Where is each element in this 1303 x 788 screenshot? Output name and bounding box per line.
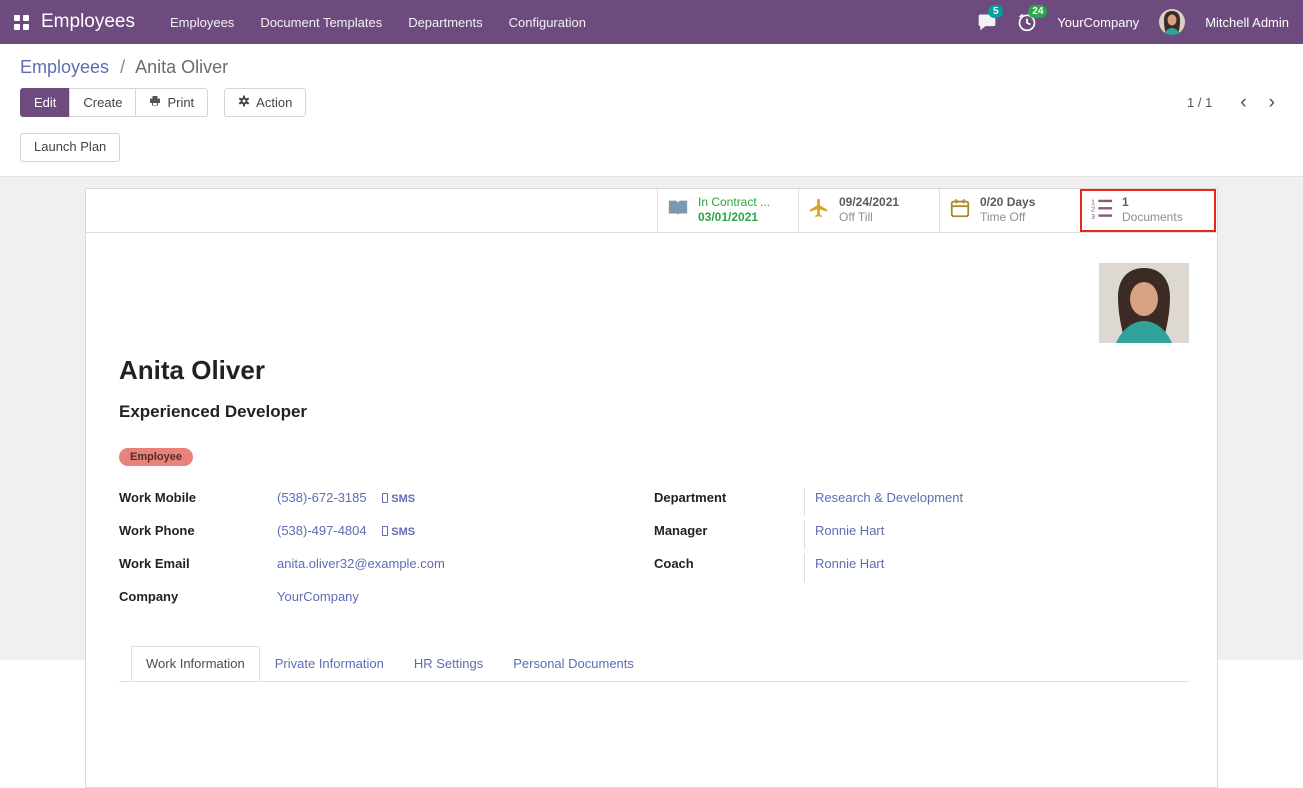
field-groups: Work Mobile (538)-672-3185 SMS Work Phon… [119, 488, 1189, 620]
calendar-icon [949, 197, 971, 224]
work-phone-value[interactable]: (538)-497-4804 [277, 523, 367, 538]
app-name[interactable]: Employees [41, 11, 135, 33]
printer-icon [149, 95, 161, 110]
stat-contract-date: 03/01/2021 [698, 210, 770, 226]
stat-button-documents[interactable]: 1 2 3 1 Documents [1082, 191, 1214, 230]
edit-create-group: Edit Create Print [20, 88, 208, 117]
company-label: Company [119, 587, 277, 604]
left-field-group: Work Mobile (538)-672-3185 SMS Work Phon… [119, 488, 654, 620]
plane-icon [808, 197, 830, 224]
stat-button-off-till[interactable]: 09/24/2021 Off Till [798, 189, 939, 232]
top-navbar: Employees Employees Document Templates D… [0, 0, 1303, 44]
field-row-work-mobile: Work Mobile (538)-672-3185 SMS [119, 488, 654, 521]
employee-form-sheet: In Contract ... 03/01/2021 09/24/2021 Of… [85, 188, 1218, 788]
print-button[interactable]: Print [135, 88, 208, 117]
activities-badge: 24 [1028, 5, 1047, 18]
button-row: Edit Create Print Action [0, 86, 1303, 125]
activities-clock-icon[interactable]: 24 [1017, 12, 1037, 32]
field-row-department: Department Research & Development [654, 488, 1189, 521]
work-email-label: Work Email [119, 554, 277, 571]
employee-photo[interactable] [1099, 263, 1189, 343]
launch-plan-button[interactable]: Launch Plan [20, 133, 120, 161]
messages-icon[interactable]: 5 [977, 12, 997, 32]
field-row-manager: Manager Ronnie Hart [654, 521, 1189, 554]
manager-label: Manager [654, 521, 804, 538]
employee-tag[interactable]: Employee [119, 448, 193, 466]
pager: 1 / 1 ‹ › [1187, 92, 1283, 114]
coach-value[interactable]: Ronnie Hart [815, 556, 884, 571]
work-mobile-label: Work Mobile [119, 488, 277, 505]
manager-value[interactable]: Ronnie Hart [815, 523, 884, 538]
edit-button[interactable]: Edit [20, 88, 70, 117]
employee-job-title: Experienced Developer [119, 402, 1189, 422]
tab-private-information[interactable]: Private Information [260, 646, 399, 681]
nav-configuration[interactable]: Configuration [496, 2, 599, 43]
sheet-body: Anita Oliver Experienced Developer Emplo… [86, 233, 1217, 682]
breadcrumb: Employees / Anita Oliver [0, 44, 1303, 86]
pager-previous-button[interactable]: ‹ [1232, 92, 1254, 114]
stat-time-off-label: Time Off [980, 210, 1035, 226]
work-email-value[interactable]: anita.oliver32@example.com [277, 556, 445, 571]
nav-employees[interactable]: Employees [157, 2, 247, 43]
pager-next-button[interactable]: › [1261, 92, 1283, 114]
user-avatar[interactable] [1159, 9, 1185, 35]
create-button[interactable]: Create [69, 88, 136, 117]
breadcrumb-current: Anita Oliver [135, 57, 228, 77]
field-row-work-phone: Work Phone (538)-497-4804 SMS [119, 521, 654, 554]
stat-button-contract[interactable]: In Contract ... 03/01/2021 [657, 189, 798, 232]
mobile-phone-icon [382, 493, 388, 503]
department-value[interactable]: Research & Development [815, 490, 963, 505]
field-row-work-email: Work Email anita.oliver32@example.com [119, 554, 654, 587]
field-row-company: Company YourCompany [119, 587, 654, 620]
ordered-list-icon: 1 2 3 [1091, 197, 1113, 224]
stat-button-time-off[interactable]: 0/20 Days Time Off [939, 189, 1080, 232]
breadcrumb-employees-link[interactable]: Employees [20, 57, 109, 77]
company-switcher[interactable]: YourCompany [1057, 15, 1139, 30]
stat-off-till-date: 09/24/2021 [839, 195, 899, 211]
book-icon [667, 197, 689, 224]
launch-plan-row: Launch Plan [0, 125, 1303, 175]
messages-badge: 5 [988, 5, 1003, 18]
work-phone-sms-link[interactable]: SMS [382, 526, 415, 538]
stat-documents-count: 1 [1122, 195, 1183, 211]
notebook-tabs: Work Information Private Information HR … [119, 646, 1189, 682]
stat-button-row: In Contract ... 03/01/2021 09/24/2021 Of… [86, 189, 1217, 233]
field-row-coach: Coach Ronnie Hart [654, 554, 1189, 587]
gear-icon [238, 95, 250, 110]
documents-highlight-box: 1 2 3 1 Documents [1080, 189, 1216, 232]
nav-document-templates[interactable]: Document Templates [247, 2, 395, 43]
tab-work-information[interactable]: Work Information [131, 646, 260, 681]
control-panel: Employees / Anita Oliver Edit Create Pri… [0, 44, 1303, 177]
user-menu[interactable]: Mitchell Admin [1205, 15, 1289, 30]
tab-hr-settings[interactable]: HR Settings [399, 646, 498, 681]
stat-time-off-days: 0/20 Days [980, 195, 1035, 211]
right-field-group: Department Research & Development Manage… [654, 488, 1189, 620]
work-mobile-sms-link[interactable]: SMS [382, 493, 415, 505]
mobile-phone-icon [382, 526, 388, 536]
svg-text:3: 3 [1091, 212, 1095, 219]
employee-name: Anita Oliver [119, 355, 1189, 386]
apps-menu-icon[interactable] [14, 15, 29, 30]
nav-departments[interactable]: Departments [395, 2, 495, 43]
stat-contract-status: In Contract ... [698, 195, 770, 211]
coach-label: Coach [654, 554, 804, 571]
content-area: In Contract ... 03/01/2021 09/24/2021 Of… [0, 177, 1303, 660]
department-label: Department [654, 488, 804, 505]
breadcrumb-separator: / [120, 57, 125, 77]
company-value[interactable]: YourCompany [277, 589, 359, 604]
stat-off-till-label: Off Till [839, 210, 899, 226]
work-phone-label: Work Phone [119, 521, 277, 538]
action-button[interactable]: Action [224, 88, 306, 117]
work-mobile-value[interactable]: (538)-672-3185 [277, 490, 367, 505]
pager-count: 1 / 1 [1187, 95, 1212, 110]
tab-personal-documents[interactable]: Personal Documents [498, 646, 649, 681]
stat-documents-label: Documents [1122, 210, 1183, 226]
